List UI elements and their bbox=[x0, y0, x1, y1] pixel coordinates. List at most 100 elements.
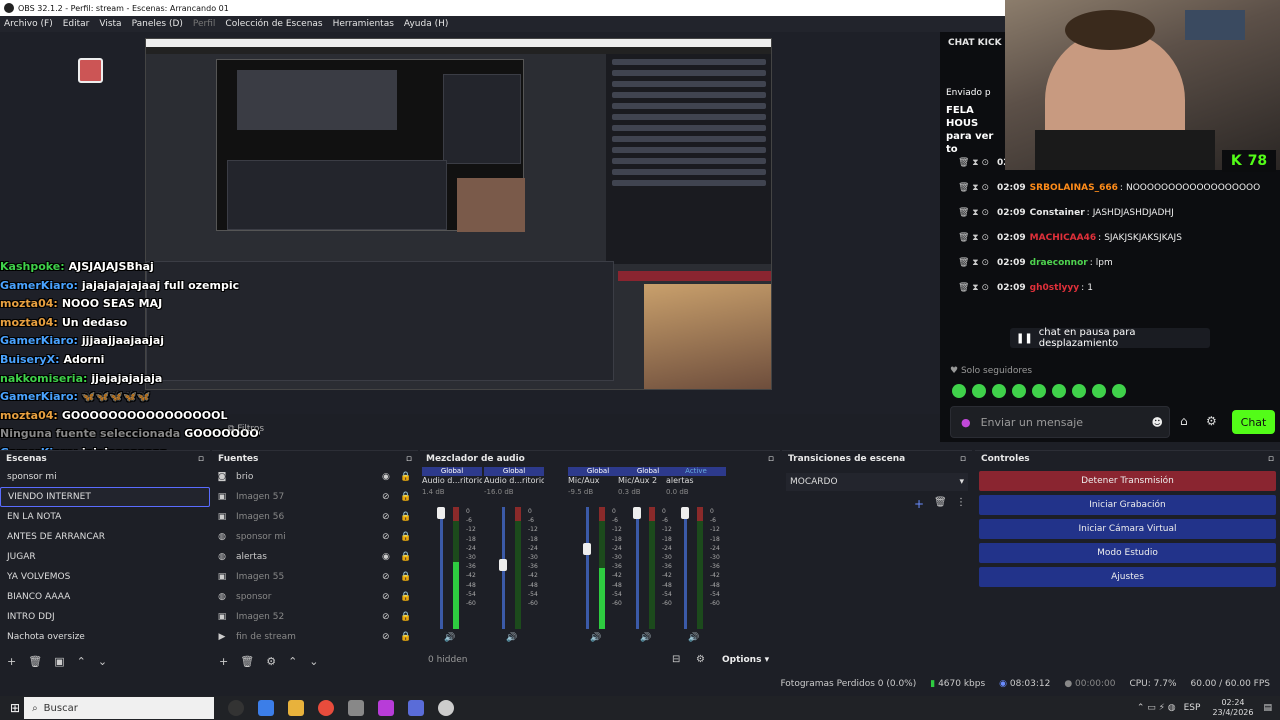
emote-icon[interactable] bbox=[972, 384, 986, 398]
lock-icon[interactable]: 🔒 bbox=[400, 632, 418, 642]
channel-name[interactable]: alertas bbox=[666, 476, 726, 488]
source-item[interactable]: ◍ sponsor ⊘ 🔒 bbox=[212, 587, 418, 607]
copilot-icon[interactable] bbox=[258, 700, 275, 716]
mute-icon[interactable]: 🔊 bbox=[688, 633, 699, 643]
control-button[interactable]: Modo Estudio bbox=[979, 543, 1276, 563]
emote-icon[interactable] bbox=[1012, 384, 1026, 398]
settings-icon[interactable] bbox=[348, 700, 365, 716]
menu-profile[interactable]: Perfil bbox=[193, 19, 216, 29]
remove-source-icon[interactable]: 🗑 bbox=[240, 655, 254, 668]
app-icon[interactable] bbox=[378, 700, 395, 716]
fader-knob[interactable] bbox=[681, 507, 689, 519]
remove-transition-icon[interactable]: 🗑 bbox=[934, 497, 947, 508]
obs-taskbar-icon[interactable] bbox=[228, 700, 245, 716]
dock-float-icon[interactable]: ▫ bbox=[768, 454, 774, 464]
eye-off-icon[interactable]: ⊘ bbox=[382, 532, 400, 542]
scene-item[interactable]: sponsor mi bbox=[0, 467, 210, 487]
gear-icon[interactable]: ⚙ bbox=[1206, 414, 1217, 428]
mute-icon[interactable]: 🔊 bbox=[506, 633, 517, 643]
lock-icon[interactable]: 🔒 bbox=[400, 492, 418, 502]
control-button[interactable]: Detener Transmisión bbox=[979, 471, 1276, 491]
eye-off-icon[interactable]: ⊘ bbox=[382, 592, 400, 602]
scene-filters-icon[interactable]: ▣ bbox=[54, 655, 64, 668]
source-item[interactable]: ▣ Imagen 55 ⊘ 🔒 bbox=[212, 567, 418, 587]
remove-scene-icon[interactable]: 🗑 bbox=[28, 655, 42, 668]
notifications-icon[interactable]: ▤ bbox=[1263, 703, 1272, 713]
mod-tools-icon[interactable]: 🗑 ⧗ ⊙ bbox=[958, 183, 989, 193]
scene-item[interactable]: JUGAR bbox=[0, 547, 210, 567]
mixer-settings-icon[interactable]: ⚙ bbox=[696, 654, 705, 665]
scene-item[interactable]: Nachota oversize bbox=[0, 627, 210, 647]
menu-tools[interactable]: Herramientas bbox=[333, 19, 394, 29]
chat-input[interactable]: ● Enviar un mensaje ☻ bbox=[950, 406, 1170, 438]
emote-icon[interactable] bbox=[952, 384, 966, 398]
message-user[interactable]: SRBOLAINAS_666 bbox=[1030, 183, 1118, 193]
emote-icon[interactable] bbox=[992, 384, 1006, 398]
eye-off-icon[interactable]: ⊘ bbox=[382, 632, 400, 642]
control-button[interactable]: Iniciar Cámara Virtual bbox=[979, 519, 1276, 539]
volume-fader[interactable] bbox=[681, 507, 689, 629]
volume-fader[interactable] bbox=[583, 507, 591, 629]
mixer-layout-icon[interactable]: ⊟ bbox=[672, 654, 680, 665]
fader-knob[interactable] bbox=[499, 559, 507, 571]
lock-icon[interactable]: 🔒 bbox=[400, 572, 418, 582]
menu-edit[interactable]: Editar bbox=[63, 19, 90, 29]
message-user[interactable]: MACHICAA46 bbox=[1030, 233, 1096, 243]
eye-icon[interactable]: ◉ bbox=[382, 472, 400, 482]
move-up-icon[interactable]: ⌃ bbox=[288, 655, 297, 668]
source-item[interactable]: ▣ Imagen 52 ⊘ 🔒 bbox=[212, 607, 418, 627]
add-scene-icon[interactable]: + bbox=[7, 655, 16, 668]
lock-icon[interactable]: 🔒 bbox=[400, 592, 418, 602]
move-up-icon[interactable]: ⌃ bbox=[77, 655, 86, 668]
clock[interactable]: 02:24 23/4/2026 bbox=[1212, 698, 1253, 718]
mod-tools-icon[interactable]: 🗑 ⧗ ⊙ bbox=[958, 208, 989, 218]
message-user[interactable]: Constainer bbox=[1030, 208, 1085, 218]
source-item[interactable]: ◍ alertas ◉ 🔒 bbox=[212, 547, 418, 567]
chrome-icon[interactable] bbox=[318, 700, 335, 716]
lock-icon[interactable]: 🔒 bbox=[400, 472, 418, 482]
filters-button[interactable]: ⧉ Filtros bbox=[228, 424, 278, 440]
mod-tools-icon[interactable]: 🗑 ⧗ ⊙ bbox=[958, 283, 989, 293]
dock-float-icon[interactable]: ▫ bbox=[198, 454, 204, 464]
source-item[interactable]: ◙ brio ◉ 🔒 bbox=[212, 467, 418, 487]
scene-item[interactable]: EN LA NOTA bbox=[0, 507, 210, 527]
dock-float-icon[interactable]: ▫ bbox=[960, 454, 966, 464]
message-user[interactable]: gh0stlyyy bbox=[1030, 283, 1079, 293]
menu-docks[interactable]: Paneles (D) bbox=[132, 19, 183, 29]
volume-fader[interactable] bbox=[633, 507, 641, 629]
dock-float-icon[interactable]: ▫ bbox=[1268, 454, 1274, 464]
scene-item[interactable]: YA VOLVEMOS bbox=[0, 567, 210, 587]
scene-item[interactable]: ANTES DE ARRANCAR bbox=[0, 527, 210, 547]
mute-icon[interactable]: 🔊 bbox=[640, 633, 651, 643]
scene-item[interactable]: INTRO DDJ bbox=[0, 607, 210, 627]
lock-icon[interactable]: 🔒 bbox=[400, 612, 418, 622]
fader-knob[interactable] bbox=[437, 507, 445, 519]
mod-tools-icon[interactable]: 🗑 ⧗ ⊙ bbox=[958, 158, 989, 168]
eye-icon[interactable]: ◉ bbox=[382, 552, 400, 562]
emote-icon[interactable] bbox=[1052, 384, 1066, 398]
emote-icon[interactable] bbox=[1032, 384, 1046, 398]
eye-off-icon[interactable]: ⊘ bbox=[382, 612, 400, 622]
add-transition-icon[interactable]: + bbox=[914, 497, 924, 511]
volume-fader[interactable] bbox=[437, 507, 445, 629]
menu-file[interactable]: Archivo (F) bbox=[4, 19, 53, 29]
source-item[interactable]: ▣ Imagen 57 ⊘ 🔒 bbox=[212, 487, 418, 507]
eye-off-icon[interactable]: ⊘ bbox=[382, 512, 400, 522]
source-properties-icon[interactable]: ⚙ bbox=[266, 655, 276, 668]
control-button[interactable]: Iniciar Grabación bbox=[979, 495, 1276, 515]
system-tray[interactable]: ⌃ ▭ ⚡ ◍ bbox=[1137, 703, 1176, 713]
transition-menu-icon[interactable]: ⋮ bbox=[956, 497, 966, 508]
lock-icon[interactable]: 🔒 bbox=[400, 552, 418, 562]
windows-start-icon[interactable]: ⊞ bbox=[10, 701, 20, 715]
emote-icon[interactable] bbox=[1072, 384, 1086, 398]
eye-off-icon[interactable]: ⊘ bbox=[382, 572, 400, 582]
fader-knob[interactable] bbox=[633, 507, 641, 519]
emote-icon[interactable] bbox=[1112, 384, 1126, 398]
move-down-icon[interactable]: ⌄ bbox=[98, 655, 107, 668]
channel-name[interactable]: Audio d...ritorio bbox=[422, 476, 482, 488]
menu-help[interactable]: Ayuda (H) bbox=[404, 19, 448, 29]
volume-fader[interactable] bbox=[499, 507, 507, 629]
mute-icon[interactable]: 🔊 bbox=[590, 633, 601, 643]
source-item[interactable]: ▣ Imagen 56 ⊘ 🔒 bbox=[212, 507, 418, 527]
mod-tools-icon[interactable]: 🗑 ⧗ ⊙ bbox=[958, 258, 989, 268]
